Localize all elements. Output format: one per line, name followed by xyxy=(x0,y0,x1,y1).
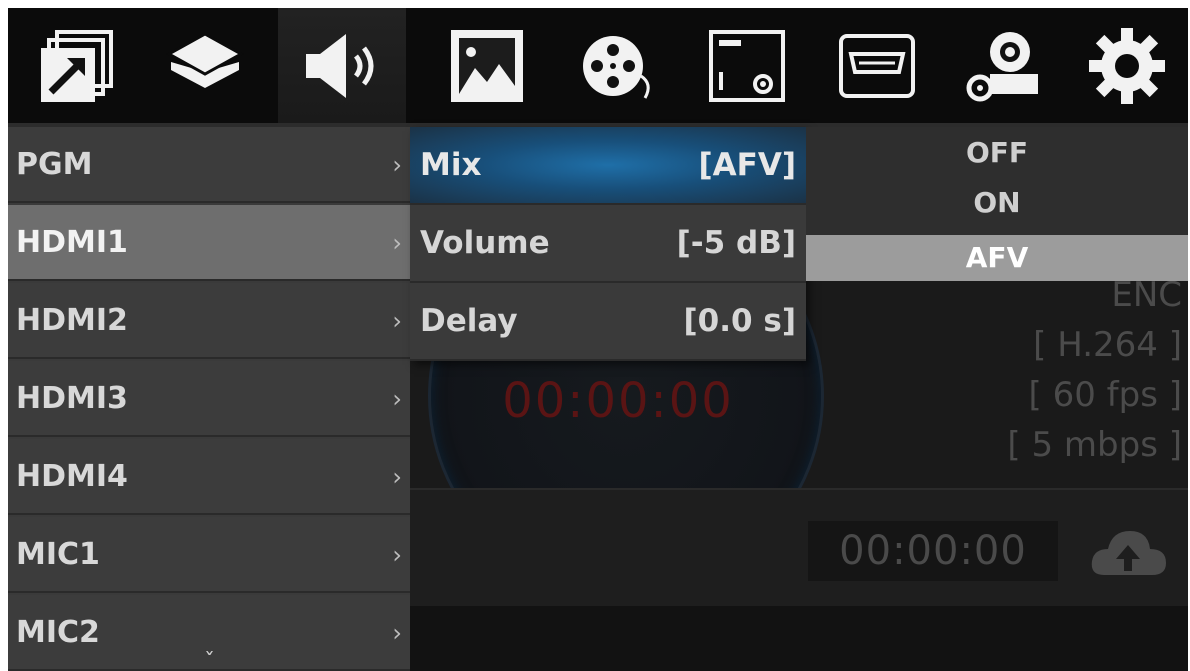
top-toolbar xyxy=(8,8,1188,123)
settings-button[interactable] xyxy=(1063,8,1188,123)
submenu-value: [0.0 s] xyxy=(683,303,797,339)
audio-button[interactable] xyxy=(278,8,406,123)
chevron-right-icon: › xyxy=(392,541,402,569)
submenu-item-volume[interactable]: Volume [-5 dB] xyxy=(410,205,806,283)
channel-item-mic1[interactable]: MIC1 › xyxy=(8,517,410,593)
submenu-item-mix[interactable]: Mix [AFV] xyxy=(410,127,806,205)
channel-item-hdmi3[interactable]: HDMI3 › xyxy=(8,361,410,437)
bottom-strip xyxy=(408,606,1188,671)
chevron-right-icon: › xyxy=(392,151,402,179)
output-icon xyxy=(41,29,113,102)
audio-icon xyxy=(306,33,374,98)
codec-value: [ H.264 ] xyxy=(1033,325,1182,365)
image-button[interactable] xyxy=(423,8,551,123)
submenu-item-delay[interactable]: Delay [0.0 s] xyxy=(410,283,806,361)
option-on[interactable]: ON xyxy=(806,181,1188,225)
option-off[interactable]: OFF xyxy=(806,131,1188,175)
channel-label: HDMI4 xyxy=(16,459,128,494)
channel-item-hdmi2[interactable]: HDMI2 › xyxy=(8,283,410,359)
channel-label: HDMI2 xyxy=(16,303,128,338)
channel-item-hdmi4[interactable]: HDMI4 › xyxy=(8,439,410,515)
fps-value: [ 60 fps ] xyxy=(1028,375,1182,415)
channel-item-pgm[interactable]: PGM › xyxy=(8,127,410,203)
device-screen: 00:00:00 ENC [ H.264 ] [ 60 fps ] [ 5 mb… xyxy=(8,8,1188,671)
film-reel-icon xyxy=(583,35,650,99)
option-afv[interactable]: AFV xyxy=(806,235,1188,281)
stream-bar xyxy=(408,488,1188,608)
chevron-right-icon: › xyxy=(392,385,402,413)
channel-label: PGM xyxy=(16,147,93,182)
channel-label: HDMI1 xyxy=(16,225,128,260)
hdmi-icon xyxy=(839,33,915,98)
layers-button[interactable] xyxy=(141,8,269,123)
camera-settings-icon xyxy=(966,31,1038,101)
mix-options: OFF ON AFV xyxy=(806,127,1188,281)
hdmi-button[interactable] xyxy=(813,8,941,123)
channel-label: MIC2 xyxy=(16,615,100,650)
gear-icon xyxy=(1089,27,1165,104)
cloud-upload-icon[interactable] xyxy=(1088,523,1168,583)
stream-timer: 00:00:00 xyxy=(808,521,1058,581)
encoder-info: ENC [ H.264 ] [ 60 fps ] [ 5 mbps ] xyxy=(1007,270,1182,470)
image-icon xyxy=(451,29,523,102)
audio-submenu: Mix [AFV] Volume [-5 dB] Delay [0.0 s] xyxy=(410,127,806,361)
output-button[interactable] xyxy=(13,8,141,123)
submenu-label: Delay xyxy=(420,303,518,339)
channel-menu: PGM › HDMI1 › HDMI2 › HDMI3 › HDMI4 › MI… xyxy=(8,127,410,671)
overlay-button[interactable] xyxy=(683,8,811,123)
channel-label: MIC1 xyxy=(16,537,100,572)
chevron-right-icon: › xyxy=(392,307,402,335)
channel-item-hdmi1[interactable]: HDMI1 › xyxy=(8,205,410,281)
overlay-settings-icon xyxy=(709,29,785,102)
chevron-right-icon: › xyxy=(392,619,402,647)
record-timer: 00:00:00 xyxy=(502,373,734,429)
submenu-label: Volume xyxy=(420,225,550,261)
media-button[interactable] xyxy=(553,8,681,123)
camera-settings-button[interactable] xyxy=(938,8,1066,123)
chevron-right-icon: › xyxy=(392,229,402,257)
bitrate-value: [ 5 mbps ] xyxy=(1007,425,1182,465)
submenu-value: [AFV] xyxy=(698,147,797,183)
submenu-value: [-5 dB] xyxy=(676,225,796,261)
submenu-label: Mix xyxy=(420,147,482,183)
layers-icon xyxy=(165,31,245,88)
channel-label: HDMI3 xyxy=(16,381,128,416)
chevron-right-icon: › xyxy=(392,463,402,491)
chevron-down-icon[interactable]: ˇ xyxy=(204,650,215,671)
